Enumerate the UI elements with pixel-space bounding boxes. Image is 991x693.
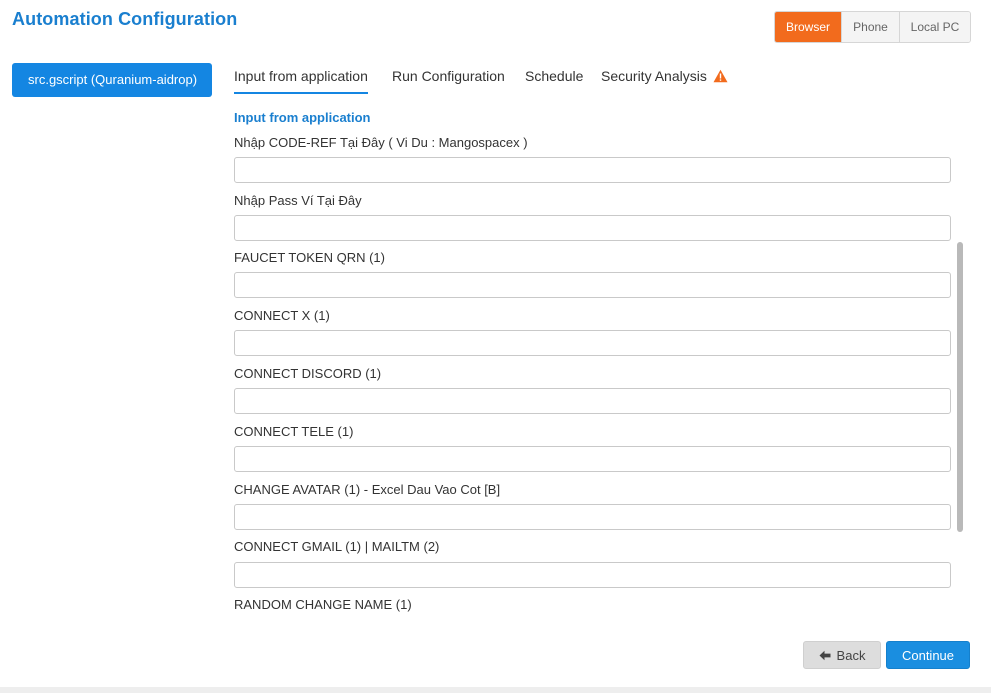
back-button-label: Back [836, 648, 866, 663]
mode-browser-button[interactable]: Browser [775, 12, 841, 42]
warning-icon [713, 69, 728, 86]
continue-button[interactable]: Continue [886, 641, 970, 669]
tab-run-configuration[interactable]: Run Configuration [392, 68, 505, 92]
tab-label: Run Configuration [392, 68, 505, 84]
change-avatar-input[interactable] [234, 504, 951, 530]
tab-security-analysis[interactable]: Security Analysis [601, 68, 728, 92]
field-label: RANDOM CHANGE NAME (1) [234, 597, 412, 612]
wallet-pass-input[interactable] [234, 215, 951, 241]
connect-x-input[interactable] [234, 330, 951, 356]
code-ref-input[interactable] [234, 157, 951, 183]
input-form: Input from application Nhập CODE-REF Tại… [234, 104, 954, 620]
bottom-divider [0, 687, 991, 693]
mode-local-pc-button[interactable]: Local PC [899, 12, 970, 42]
arrow-left-icon [819, 643, 831, 671]
scrollbar-thumb[interactable] [957, 242, 963, 532]
back-button[interactable]: Back [803, 641, 881, 669]
field-label: CHANGE AVATAR (1) - Excel Dau Vao Cot [B… [234, 482, 501, 497]
sidebar-script-item[interactable]: src.gscript (Quranium-aidrop) [12, 63, 212, 97]
form-scrollbar[interactable] [956, 104, 964, 620]
mode-phone-button[interactable]: Phone [841, 12, 899, 42]
faucet-token-input[interactable] [234, 272, 951, 298]
tab-label: Schedule [525, 68, 584, 84]
field-label: CONNECT TELE (1) [234, 424, 354, 439]
field-label: Nhập Pass Ví Tại Đây [234, 193, 362, 208]
connect-discord-input[interactable] [234, 388, 951, 414]
section-title: Input from application [234, 110, 371, 125]
tab-input-from-application[interactable]: Input from application [234, 68, 368, 94]
connect-gmail-input[interactable] [234, 562, 951, 588]
tab-schedule[interactable]: Schedule [525, 68, 583, 92]
field-label: CONNECT GMAIL (1) | MAILTM (2) [234, 539, 440, 554]
field-label: FAUCET TOKEN QRN (1) [234, 250, 385, 265]
field-label: Nhập CODE-REF Tại Đây ( Vi Du : Mangospa… [234, 135, 528, 150]
page-title: Automation Configuration [12, 9, 238, 29]
run-mode-selector: Browser Phone Local PC [774, 11, 971, 43]
field-label: CONNECT DISCORD (1) [234, 366, 382, 381]
field-label: CONNECT X (1) [234, 308, 330, 323]
connect-tele-input[interactable] [234, 446, 951, 472]
tab-label: Input from application [234, 68, 368, 84]
tab-label: Security Analysis [601, 68, 707, 84]
